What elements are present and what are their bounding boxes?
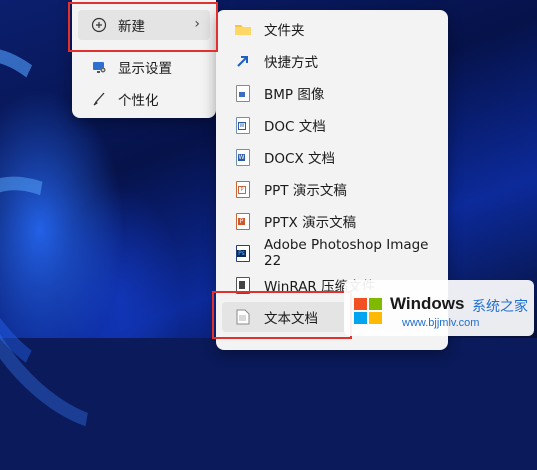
brush-icon (90, 90, 108, 108)
submenu-item-shortcut[interactable]: 快捷方式 (222, 46, 442, 76)
plus-circle-icon (90, 16, 108, 34)
winrar-file-icon (234, 276, 252, 294)
site-watermark: Windows 系统之家 www.bjjmlv.com (344, 280, 534, 336)
submenu-item-ppt[interactable]: P PPT 演示文稿 (222, 174, 442, 204)
submenu-item-bmp[interactable]: BMP 图像 (222, 78, 442, 108)
docx-file-icon: W (234, 148, 252, 166)
submenu-item-folder[interactable]: 文件夹 (222, 14, 442, 44)
text-file-icon (234, 308, 252, 326)
watermark-site-cn: 系统之家 (472, 299, 528, 315)
submenu-item-label: 文件夹 (264, 23, 305, 39)
submenu-item-label: DOCX 文档 (264, 151, 335, 167)
pptx-file-icon: P (234, 212, 252, 230)
menu-item-personalize[interactable]: 个性化 (78, 84, 210, 114)
doc-file-icon: W (234, 116, 252, 134)
submenu-item-label: 快捷方式 (264, 55, 318, 71)
desktop-context-menu: 新建 › 显示设置 个性化 (72, 0, 216, 118)
menu-item-display-settings[interactable]: 显示设置 (78, 52, 210, 82)
submenu-item-label: PPT 演示文稿 (264, 183, 347, 199)
menu-item-label: 显示设置 (118, 61, 172, 77)
menu-item-label: 个性化 (118, 93, 159, 109)
photoshop-file-icon: Ps (234, 244, 252, 262)
submenu-item-label: BMP 图像 (264, 87, 325, 103)
submenu-item-label: Adobe Photoshop Image 22 (264, 237, 429, 269)
watermark-url: www.bjjmlv.com (402, 317, 480, 329)
watermark-brand: Windows (390, 294, 465, 313)
ppt-file-icon: P (234, 180, 252, 198)
folder-icon (234, 20, 252, 38)
submenu-item-docx[interactable]: W DOCX 文档 (222, 142, 442, 172)
submenu-item-label: DOC 文档 (264, 119, 326, 135)
submenu-item-label: 文本文档 (264, 311, 318, 327)
submenu-item-doc[interactable]: W DOC 文档 (222, 110, 442, 140)
menu-item-new[interactable]: 新建 › (78, 10, 210, 40)
menu-item-label: 新建 (118, 19, 145, 35)
shortcut-arrow-icon (234, 52, 252, 70)
bmp-file-icon (234, 84, 252, 102)
submenu-item-pptx[interactable]: P PPTX 演示文稿 (222, 206, 442, 236)
display-settings-icon (90, 58, 108, 76)
windows-logo-icon (351, 290, 385, 324)
chevron-right-icon: › (194, 16, 200, 32)
submenu-item-photoshop[interactable]: Ps Adobe Photoshop Image 22 (222, 237, 442, 269)
submenu-item-label: PPTX 演示文稿 (264, 215, 357, 231)
